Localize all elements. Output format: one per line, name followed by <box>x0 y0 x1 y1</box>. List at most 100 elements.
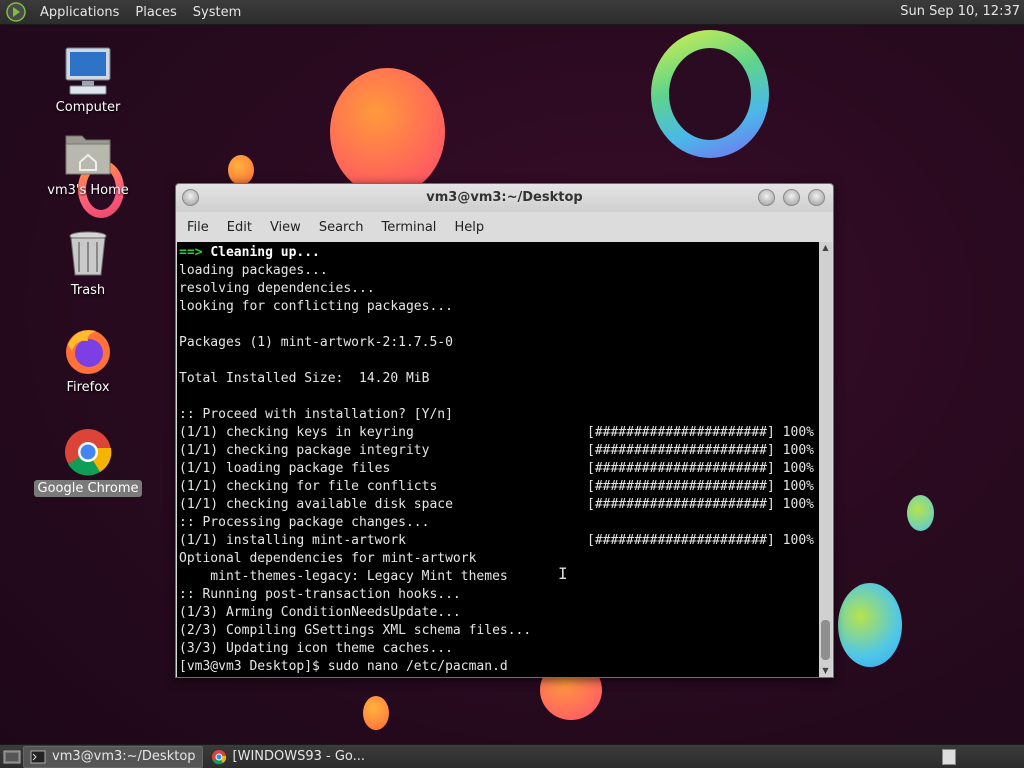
wallpaper-blob <box>228 155 254 185</box>
wallpaper-blob <box>838 583 902 667</box>
progress-bar-text: [######################] 100% <box>587 479 814 494</box>
terminal-line: :: Processing package changes... <box>179 514 819 532</box>
terminal-line-text: (1/1) checking package integrity <box>179 443 430 458</box>
top-panel: Applications Places System Sun Sep 10, 1… <box>0 0 1024 25</box>
terminal-icon <box>30 750 46 763</box>
terminal-line-text: :: Processing package changes... <box>179 515 430 530</box>
terminal-line: (1/1) checking for file conflicts [######… <box>179 478 819 496</box>
terminal-window[interactable]: vm3@vm3:~/Desktop File Edit View Search … <box>175 183 834 678</box>
show-desktop-icon[interactable] <box>3 748 21 766</box>
terminal-line-text: (2/3) Compiling GSettings XML schema fil… <box>179 623 532 638</box>
system-menu[interactable]: System <box>185 5 249 20</box>
wallpaper-ring <box>651 30 769 158</box>
terminal-line-text: Optional dependencies for mint-artwork <box>179 551 477 566</box>
terminal-line: :: Proceed with installation? [Y/n] <box>179 406 819 424</box>
terminal-line: Optional dependencies for mint-artwork <box>179 550 819 568</box>
terminal-line: (1/1) checking keys in keyring [#########… <box>179 424 819 442</box>
workspace-switcher[interactable] <box>942 749 956 765</box>
menu-terminal[interactable]: Terminal <box>372 220 445 235</box>
terminal-line: Total Installed Size: 14.20 MiB <box>179 370 819 388</box>
terminal-line: (1/1) checking package integrity [#######… <box>179 442 819 460</box>
wallpaper-blob <box>330 68 445 196</box>
window-title: vm3@vm3:~/Desktop <box>426 190 583 205</box>
panel-clock[interactable]: Sun Sep 10, 12:37 <box>900 4 1020 19</box>
terminal-line-text: :: Running post-transaction hooks... <box>179 587 461 602</box>
terminal-line-text: Packages (1) mint-artwork-2:1.7.5-0 <box>179 335 453 350</box>
menu-logo-icon[interactable] <box>6 2 26 22</box>
menu-edit[interactable]: Edit <box>218 220 261 235</box>
close-button[interactable] <box>808 189 825 206</box>
terminal-line-text: looking for conflicting packages... <box>179 299 453 314</box>
desktop-icon-home[interactable]: vm3's Home <box>33 128 143 199</box>
progress-bar-text: [######################] 100% <box>587 425 814 440</box>
progress-bar-text: [######################] 100% <box>587 461 814 476</box>
taskbar-item-chrome[interactable]: [WINDOWS93 - Go... <box>205 746 372 768</box>
terminal-line-text: [vm3@vm3 Desktop]$ sudo nano /etc/pacman… <box>179 659 508 674</box>
terminal-line: looking for conflicting packages... <box>179 298 819 316</box>
terminal-line-text: :: Proceed with installation? [Y/n] <box>179 407 453 422</box>
window-menu-button[interactable] <box>182 189 199 206</box>
terminal-line-text: (1/3) Arming ConditionNeedsUpdate... <box>179 605 461 620</box>
bottom-panel: vm3@vm3:~/Desktop [WINDOWS93 - Go... <box>0 744 1024 768</box>
trash-icon <box>69 231 107 276</box>
wallpaper-blob <box>363 696 389 730</box>
terminal-line-text: (1/1) checking available disk space <box>179 497 453 512</box>
scroll-up-icon[interactable]: ▲ <box>820 242 831 254</box>
desktop-icon-trash[interactable]: Trash <box>33 228 143 299</box>
terminal-line: (2/3) Compiling GSettings XML schema fil… <box>179 622 819 640</box>
home-folder-icon <box>65 135 111 175</box>
scroll-down-icon[interactable]: ▼ <box>820 665 831 677</box>
terminal-scrollbar[interactable]: ▲ ▼ <box>819 242 832 677</box>
terminal-line-text: (1/1) checking keys in keyring <box>179 425 414 440</box>
terminal-line: [vm3@vm3 Desktop]$ sudo nano /etc/pacman… <box>179 658 819 676</box>
terminal-line-text: (3/3) Updating icon theme caches... <box>179 641 453 656</box>
terminal-line: Packages (1) mint-artwork-2:1.7.5-0 <box>179 334 819 352</box>
scrollbar-thumb[interactable] <box>821 620 830 660</box>
window-titlebar[interactable]: vm3@vm3:~/Desktop <box>176 184 833 212</box>
terminal-line: (1/1) installing mint-artwork [##########… <box>179 532 819 550</box>
terminal-line: resolving dependencies... <box>179 280 819 298</box>
desktop-icon-chrome[interactable]: Google Chrome <box>33 426 143 497</box>
progress-bar-text: [######################] 100% <box>587 533 814 548</box>
wallpaper-blob <box>907 495 934 531</box>
terminal-line-text: resolving dependencies... <box>179 281 375 296</box>
taskbar-item-terminal[interactable]: vm3@vm3:~/Desktop <box>23 745 203 768</box>
desktop-icon-firefox[interactable]: Firefox <box>33 325 143 396</box>
maximize-button[interactable] <box>783 189 800 206</box>
terminal-line-text: Total Installed Size: 14.20 MiB <box>179 371 430 386</box>
firefox-icon <box>66 330 110 374</box>
menu-search[interactable]: Search <box>310 220 373 235</box>
terminal-line: (3/3) Updating icon theme caches... <box>179 640 819 658</box>
computer-icon <box>65 47 111 95</box>
terminal-line: (1/1) checking available disk space [####… <box>179 496 819 514</box>
terminal-line: :: Running post-transaction hooks... <box>179 586 819 604</box>
window-menubar: File Edit View Search Terminal Help <box>176 212 833 242</box>
terminal-line-text: (1/1) installing mint-artwork <box>179 533 406 548</box>
terminal-line: (1/3) Arming ConditionNeedsUpdate... <box>179 604 819 622</box>
terminal-line-text: mint-themes-legacy: Legacy Mint themes <box>179 569 508 584</box>
chrome-icon <box>211 749 226 764</box>
desktop-icon-computer[interactable]: Computer <box>33 45 143 116</box>
terminal-line: mint-themes-legacy: Legacy Mint themes <box>179 568 819 586</box>
terminal-output[interactable]: ==> Cleaning up... loading packages... res… <box>177 242 819 677</box>
places-menu[interactable]: Places <box>127 5 184 20</box>
progress-bar-text: [######################] 100% <box>587 443 814 458</box>
terminal-line-text: (1/1) checking for file conflicts <box>179 479 438 494</box>
terminal-line: (1/1) loading package files [############… <box>179 460 819 478</box>
prompt-arrow: ==> <box>179 245 211 260</box>
minimize-button[interactable] <box>758 189 775 206</box>
chrome-icon <box>65 429 112 476</box>
menu-view[interactable]: View <box>261 220 310 235</box>
terminal-line-text: Cleaning up... <box>210 245 320 260</box>
menu-help[interactable]: Help <box>445 220 493 235</box>
text-cursor-icon: I <box>558 564 568 583</box>
progress-bar-text: [######################] 100% <box>587 497 814 512</box>
terminal-line: loading packages... <box>179 262 819 280</box>
terminal-line-text: loading packages... <box>179 263 328 278</box>
terminal-line: ==> Cleaning up... <box>179 244 819 262</box>
menu-file[interactable]: File <box>178 220 218 235</box>
applications-menu[interactable]: Applications <box>32 5 127 20</box>
